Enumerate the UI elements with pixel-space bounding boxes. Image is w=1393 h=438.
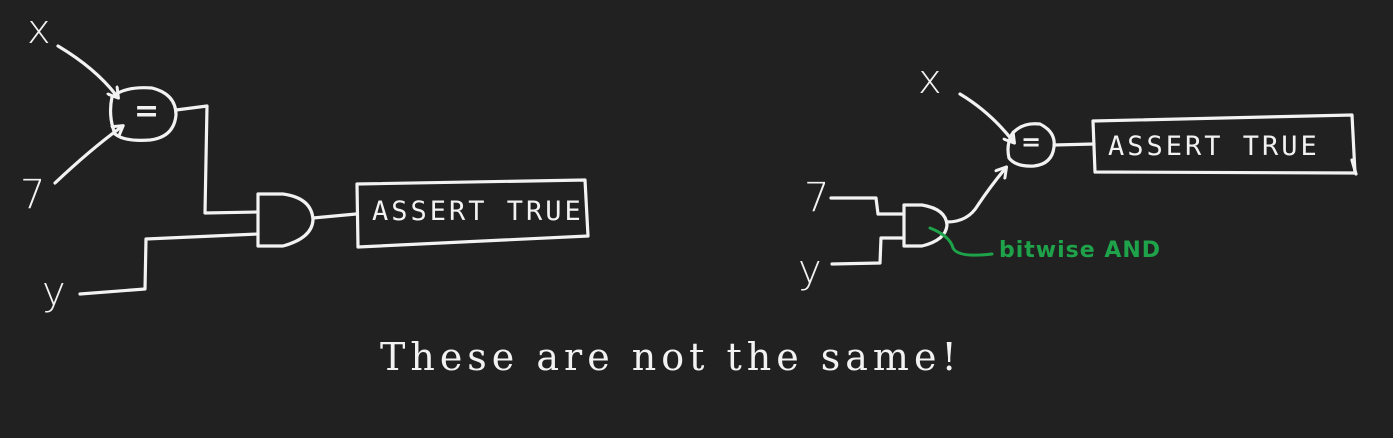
right-input-x-label: x xyxy=(918,57,942,103)
right-7-wire xyxy=(829,196,906,216)
right-assert-label: ASSERT TRUE xyxy=(1108,131,1320,162)
right-input-7-label: 7 xyxy=(804,175,830,221)
left-input-7-label: 7 xyxy=(20,172,46,218)
annotation-pointer xyxy=(928,226,994,257)
left-circuit xyxy=(53,44,590,296)
left-x-wire xyxy=(56,44,116,95)
left-7-wire xyxy=(53,128,120,185)
left-and-gate xyxy=(256,192,315,248)
right-and-output-wire xyxy=(945,170,1004,224)
right-y-wire xyxy=(830,236,906,266)
caption: These are not the same! xyxy=(380,335,962,379)
right-and-gate xyxy=(902,203,949,248)
right-equals-symbol: = xyxy=(1021,128,1042,156)
left-and-output-wire xyxy=(311,212,358,220)
bitwise-and-annotation: bitwise AND xyxy=(999,238,1162,263)
left-equals-symbol: = xyxy=(134,94,160,129)
right-equals-output-wire xyxy=(1052,142,1096,147)
whiteboard-canvas: x 7 y = ASSERT TRUE x 7 y = ASSERT TRUE … xyxy=(0,0,1393,438)
right-x-wire xyxy=(958,92,1012,140)
right-input-y-label: y xyxy=(798,247,822,293)
left-assert-label: ASSERT TRUE xyxy=(372,196,584,227)
left-input-y-label: y xyxy=(42,269,66,315)
left-equals-output-wire xyxy=(174,104,260,215)
left-input-x-label: x xyxy=(27,7,51,53)
left-y-wire xyxy=(78,232,260,296)
